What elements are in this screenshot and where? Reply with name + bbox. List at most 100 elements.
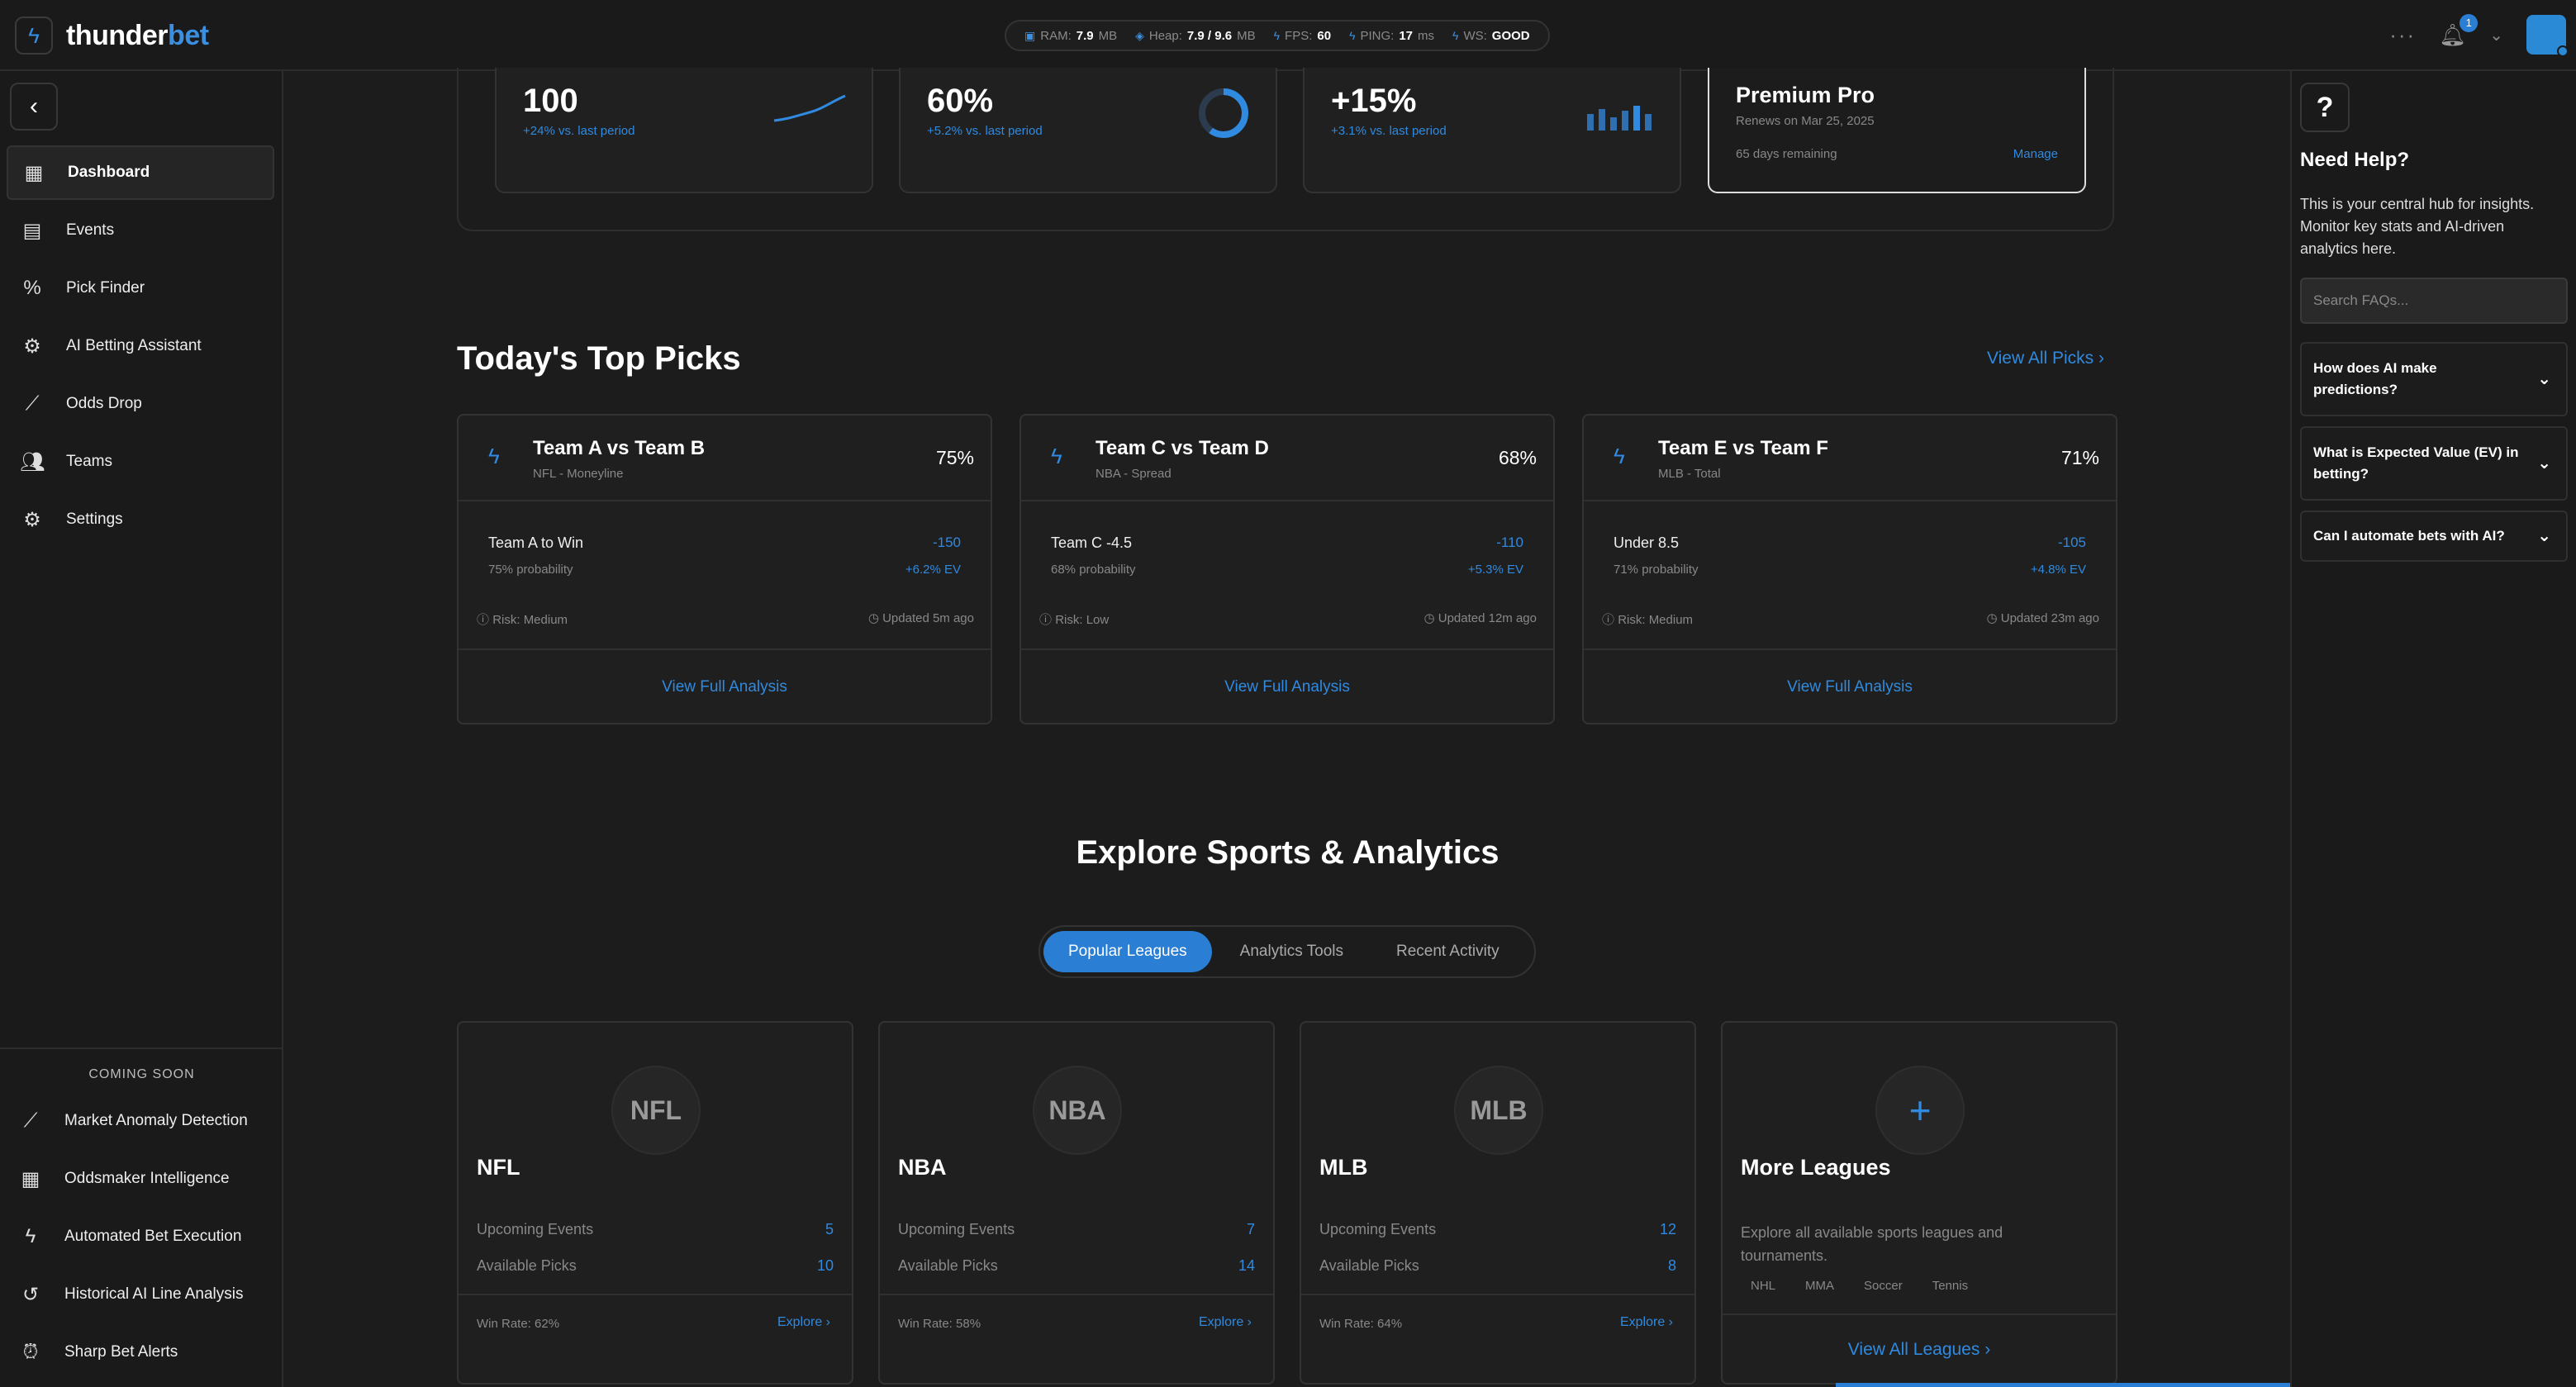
pick-teams: Team E vs Team F [1658,437,1828,459]
picks-label: Available Picks [898,1257,998,1274]
sidebar-item-teams[interactable]: 👥︎ Teams [7,435,274,489]
league-tag[interactable]: Soccer [1854,1275,1913,1296]
sidebar-item-ai-betting-assistant[interactable]: ⚙ AI Betting Assistant [7,319,274,373]
pick-confidence: 75% [935,447,974,468]
win-rate: Win Rate: 62% [477,1317,560,1331]
sidebar-item-settings[interactable]: ⚙ Settings [7,492,274,547]
pick-card: ϟ Team A vs Team B NFL - Moneyline 75% T… [457,414,992,724]
league-tag[interactable]: NHL [1741,1275,1785,1296]
explore-link[interactable]: Explore › [777,1315,830,1330]
ping-icon: ϟ [1349,29,1356,42]
pick-updated: ◷ Updated 5m ago [867,611,974,625]
stat-value: 100 [523,83,578,119]
chevron-down-icon[interactable]: ⌄ [2489,25,2503,45]
help-text: This is your central hub for insights. M… [2300,196,2535,257]
faq-item[interactable]: What is Expected Value (EV) in betting? ⌄ [2300,426,2568,501]
view-all-leagues-button[interactable]: View All Leagues › [1723,1313,2116,1385]
clock-icon: ◷ [867,611,879,625]
league-card-mlb[interactable]: MLB MLB Upcoming Events 12 Available Pic… [1300,1021,1696,1385]
league-footer: Win Rate: 58% Explore › [880,1294,1273,1385]
chevron-down-icon: ⌄ [2537,527,2551,545]
avatar[interactable] [2526,15,2569,57]
league-tag[interactable]: MMA [1795,1275,1844,1296]
league-card-nba[interactable]: NBA NBA Upcoming Events 7 Available Pick… [878,1021,1275,1385]
sidebar-item-pick-finder[interactable]: % Pick Finder [7,261,274,316]
brand-name: thunderbet [66,19,209,51]
dashboard-icon: ▦ [24,161,44,184]
stat-card-total: 100 +24% vs. last period [495,68,873,193]
explore-link[interactable]: Explore › [1199,1315,1252,1330]
league-name: NFL [477,1155,520,1180]
league-footer: Win Rate: 62% Explore › [459,1294,852,1385]
sidebar-item-odds-drop[interactable]: ⟋ Odds Drop [7,377,274,431]
tab-analytics-tools[interactable]: Analytics Tools [1215,931,1368,972]
pick-teams: Team C vs Team D [1096,437,1269,459]
league-card-nfl[interactable]: NFL NFL Upcoming Events 5 Available Pick… [457,1021,853,1385]
pick-risk: ⓘ Risk: Medium [1602,613,1694,627]
sidebar-item-historical-ai[interactable]: ↺ Historical AI Line Analysis [0,1266,283,1323]
pick-ev: +6.2% EV [905,563,961,577]
ws-icon: ϟ [1452,29,1459,42]
lightning-logo-icon: ϟ [15,17,53,55]
chevron-down-icon: ⌄ [2537,454,2551,473]
upcoming-count: 5 [825,1221,834,1237]
collapse-sidebar-button[interactable]: ‹ [10,83,58,131]
pick-odds: -150 [932,534,961,550]
memory-icon: ▣ [1024,28,1036,42]
view-full-analysis-button[interactable]: View Full Analysis [1021,648,1553,724]
main-content: 100 +24% vs. last period 60% +5.2% vs. l… [285,68,2290,1387]
sidebar: ‹ ▦ Dashboard ▤ Events % Pick Finder ⚙ AI Be… [0,71,283,1387]
pick-updated: ◷ Updated 23m ago [1986,611,2099,625]
league-card-more[interactable]: + More Leagues Explore all available spo… [1721,1021,2117,1385]
bell-icon[interactable]: 🔔︎ 1 [2439,13,2479,48]
faq-item[interactable]: How does AI make predictions? ⌄ [2300,342,2568,416]
upcoming-label: Upcoming Events [1319,1221,1437,1237]
fps-icon: ϟ [1273,29,1281,42]
help-panel: ? Need Help? This is your central hub fo… [2290,71,2576,1387]
scroll-indicator [1836,1383,2290,1387]
view-full-analysis-button[interactable]: View Full Analysis [1584,648,2116,724]
pick-header: ϟ Team C vs Team D NBA - Spread 68% [1021,416,1553,501]
view-full-analysis-button[interactable]: View Full Analysis [459,648,991,724]
sidebar-item-oddsmaker[interactable]: ▦ Oddsmaker Intelligence [0,1150,283,1208]
sidebar-item-automated-bet[interactable]: ϟ Automated Bet Execution [0,1208,283,1266]
faq-search-input[interactable] [2300,278,2568,324]
logo[interactable]: ϟ thunderbet [15,17,209,55]
sidebar-item-dashboard[interactable]: ▦ Dashboard [7,145,274,200]
sidebar-item-label: Teams [66,453,112,470]
win-rate: Win Rate: 58% [898,1317,981,1331]
league-logo: MLB [1454,1066,1543,1155]
picks-label: Available Picks [477,1257,577,1274]
pick-ev: +5.3% EV [1467,563,1523,577]
more-options-icon[interactable]: ··· [2389,22,2416,48]
chevron-left-icon: ‹ [30,93,38,120]
ai-chip-icon: ⚙ [23,335,41,358]
sidebar-item-market-anomaly[interactable]: ⟋ Market Anomaly Detection [0,1092,283,1150]
league-name: MLB [1319,1155,1368,1180]
sidebar-item-label: Sharp Bet Alerts [64,1343,178,1361]
manage-link[interactable]: Manage [2013,147,2058,161]
pick-probability: 68% probability [1051,563,1136,577]
pick-league: NFL - Moneyline [533,467,624,481]
pick-odds: -105 [2057,534,2086,550]
sidebar-item-events[interactable]: ▤ Events [7,203,274,258]
stat-fps: ϟ FPS: 60 [1273,28,1332,43]
pick-league: NBA - Spread [1096,467,1172,481]
view-all-picks-link[interactable]: View All Picks › [1987,349,2104,368]
history-icon: ↺ [21,1283,40,1306]
sidebar-item-label: Oddsmaker Intelligence [64,1170,230,1187]
pick-probability: 71% probability [1614,563,1699,577]
pick-league: MLB - Total [1658,467,1721,481]
tab-recent-activity[interactable]: Recent Activity [1371,931,1524,972]
stat-ping: ϟ PING: 17 ms [1349,28,1435,43]
sidebar-item-sharp-bet-alerts[interactable]: ⏰︎ Sharp Bet Alerts [0,1323,283,1381]
league-tag[interactable]: Tennis [1922,1275,1978,1296]
explore-link[interactable]: Explore › [1620,1315,1673,1330]
info-icon: ⓘ [1039,613,1053,627]
donut-icon [1199,88,1248,138]
pick-selection: Under 8.5 [1614,534,1680,551]
lightning-icon: ϟ [488,444,500,468]
faq-item[interactable]: Can I automate bets with AI? ⌄ [2300,511,2568,562]
tab-popular-leagues[interactable]: Popular Leagues [1043,931,1212,972]
trend-icon: ⟋ [25,392,40,415]
